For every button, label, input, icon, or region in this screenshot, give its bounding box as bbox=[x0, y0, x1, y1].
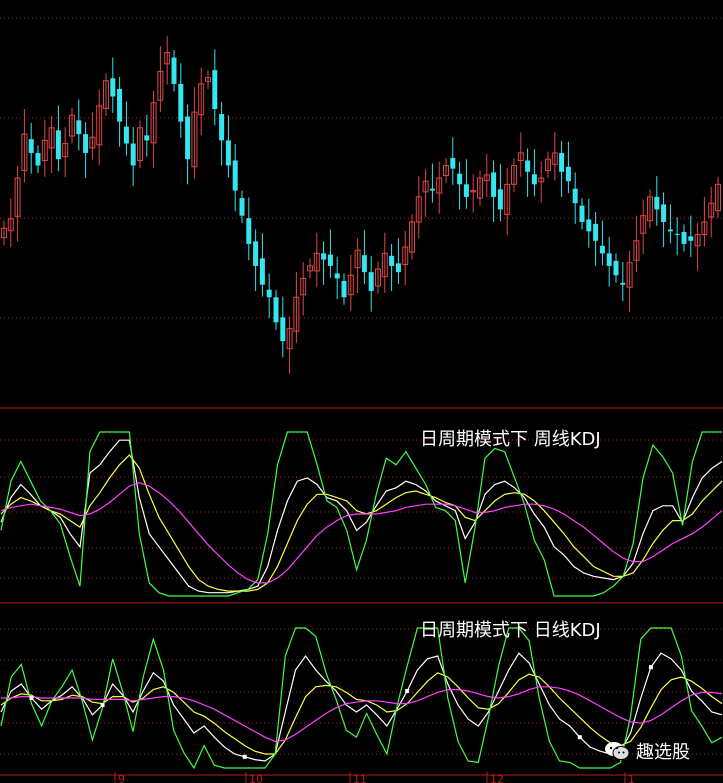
candle-body-down bbox=[599, 245, 605, 254]
candle-body-down bbox=[239, 198, 245, 216]
candle-body-down bbox=[144, 135, 150, 141]
x-tick-label: 10 bbox=[249, 773, 263, 783]
candle-body-down bbox=[681, 232, 687, 244]
candle-body-down bbox=[225, 140, 231, 166]
candle-body-down bbox=[35, 152, 41, 166]
candle-body-down bbox=[450, 157, 456, 169]
candle-body-down bbox=[273, 297, 279, 323]
candle-body-down bbox=[525, 160, 531, 172]
daily-kdj-title: 日周期模式下 日线KDJ bbox=[420, 620, 601, 641]
daily-marker bbox=[405, 689, 410, 693]
watermark: 趣选股 bbox=[604, 738, 690, 764]
candle-body-down bbox=[232, 160, 238, 191]
candle-body-down bbox=[83, 134, 89, 153]
candle-body-down bbox=[55, 130, 61, 160]
candle-body-down bbox=[76, 120, 82, 135]
candle-body-down bbox=[361, 255, 367, 273]
candle-body-down bbox=[620, 282, 626, 285]
daily-marker bbox=[29, 696, 34, 700]
candle-body-down bbox=[171, 57, 177, 84]
candle-body-down bbox=[593, 223, 599, 241]
candle-body-down bbox=[280, 317, 286, 342]
candle-body-down bbox=[654, 196, 660, 210]
weekly-kdj-ma-line bbox=[0, 482, 723, 584]
candle-body-down bbox=[531, 174, 537, 185]
candle-body-down bbox=[674, 233, 680, 235]
weekly-kdj-d-line bbox=[0, 454, 723, 592]
candle-body-down bbox=[579, 205, 585, 222]
daily-marker bbox=[648, 665, 653, 670]
x-tick-label: 12 bbox=[490, 773, 504, 783]
weekly-kdj-title: 日周期模式下 周线KDJ bbox=[420, 429, 601, 450]
candle-body-down bbox=[123, 126, 129, 144]
x-tick-label: 1 bbox=[628, 773, 635, 783]
daily-kdj-ma-line bbox=[1, 686, 723, 743]
candle-body-down bbox=[368, 272, 374, 291]
candle-body-down bbox=[334, 273, 340, 279]
candle-body-down bbox=[572, 188, 578, 204]
candle-body-down bbox=[321, 253, 327, 260]
candle-body-down bbox=[219, 114, 225, 141]
candle-body-down bbox=[565, 166, 571, 182]
candle-body-down bbox=[185, 116, 191, 160]
candle-body-down bbox=[661, 204, 667, 222]
candle-body-down bbox=[246, 218, 252, 244]
daily-marker bbox=[577, 735, 582, 740]
weekly-kdj-k-line bbox=[0, 439, 723, 594]
candle-body-down bbox=[178, 83, 184, 122]
candle-body-down bbox=[606, 253, 612, 266]
candle-body-down bbox=[559, 152, 565, 172]
candle-body-down bbox=[491, 172, 497, 197]
candle-body-down bbox=[389, 255, 395, 266]
daily-marker bbox=[242, 754, 247, 759]
candle-body-down bbox=[212, 70, 218, 110]
candle-body-down bbox=[497, 189, 503, 210]
stock-chart: 9 10 11 12 1 bbox=[0, 17, 723, 783]
candle-body-down bbox=[667, 229, 673, 232]
candle-body-down bbox=[327, 254, 333, 266]
candle-body-down bbox=[28, 139, 34, 153]
candle-body-down bbox=[395, 263, 401, 273]
wechat-icon bbox=[605, 742, 630, 760]
watermark-text: 趣选股 bbox=[636, 742, 690, 763]
candle-body-down bbox=[463, 184, 469, 197]
daily-marker bbox=[100, 703, 105, 707]
candle-body-down bbox=[429, 188, 435, 191]
candle-body-down bbox=[253, 241, 259, 266]
candle-body-down bbox=[586, 219, 592, 232]
candle-body-down bbox=[130, 143, 136, 166]
x-tick-label: 11 bbox=[353, 773, 367, 783]
candle-body-down bbox=[259, 258, 265, 285]
candle-body-down bbox=[457, 173, 463, 185]
candle-body-down bbox=[688, 236, 694, 241]
candle-body-down bbox=[110, 78, 116, 97]
x-tick-label: 9 bbox=[118, 773, 125, 783]
candle-body-down bbox=[613, 260, 619, 276]
candle-body-down bbox=[117, 88, 123, 122]
candle-body-down bbox=[341, 280, 347, 298]
candle-body-down bbox=[266, 289, 272, 298]
